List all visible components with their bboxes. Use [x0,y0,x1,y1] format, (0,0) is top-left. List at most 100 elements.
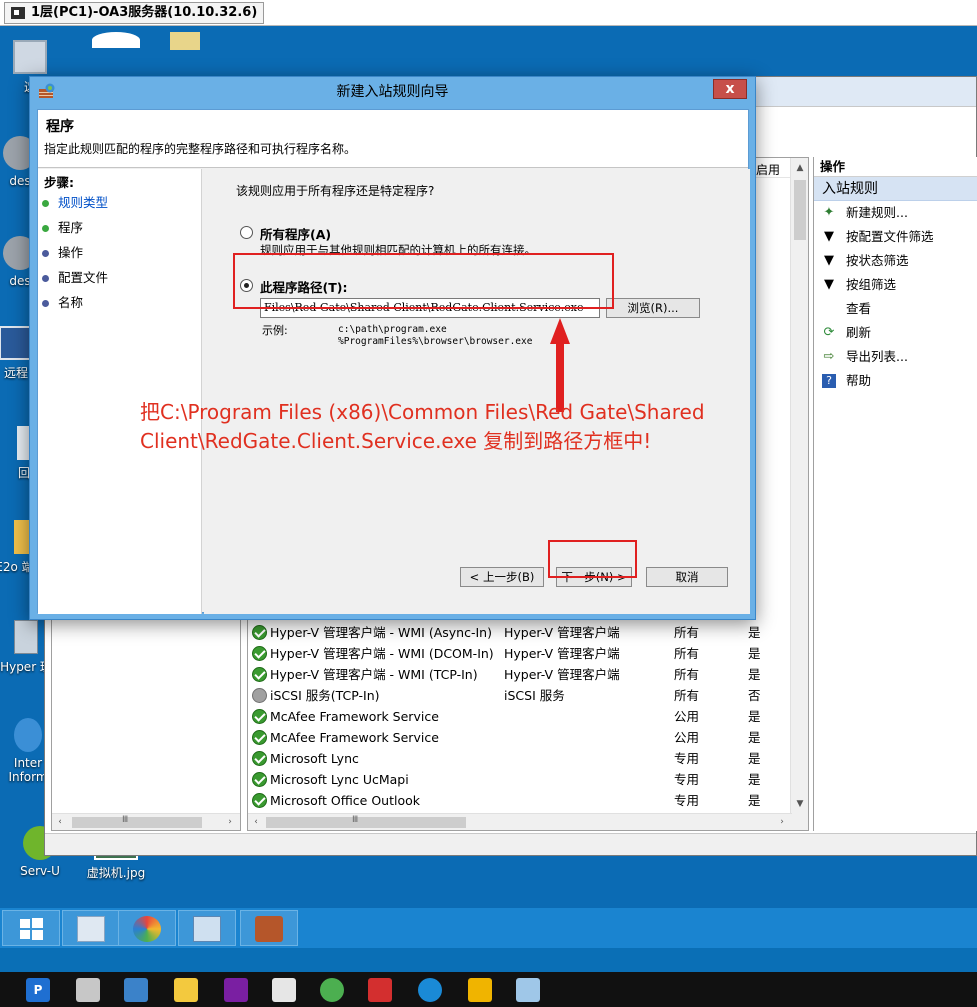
action-label: 新建规则... [846,205,908,220]
youdao-icon[interactable] [368,978,392,1002]
remote-session-title: 1层(PC1)-OA3服务器(10.10.32.6) [31,5,258,20]
example-label: 示例: [262,324,288,337]
example-paths: c:\path\program.exe %ProgramFiles%\brows… [338,324,533,347]
rule-enabled: 是 [748,646,761,661]
cancel-button[interactable]: 取消 [646,567,728,587]
action-view[interactable]: 查看 [814,297,977,321]
question-text: 该规则应用于所有程序还是特定程序? [236,184,435,198]
next-highlight-box [548,540,637,578]
scroll-left-icon[interactable]: ‹ [250,816,262,828]
action-refresh[interactable]: ⟳ 刷新 [814,321,977,345]
action-label: 按组筛选 [846,277,897,292]
instruction-annotation: 把C:\Program Files (x86)\Common Files\Red… [140,400,705,453]
remote-session-tab[interactable]: 1层(PC1)-OA3服务器(10.10.32.6) [4,2,265,24]
table-row[interactable]: Hyper-V 管理客户端 - WMI (Async-In) Hyper-V 管理… [248,622,792,643]
rule-enabled-icon [252,646,267,661]
taskbar-browser[interactable] [118,910,176,946]
actions-section-inbound-rules[interactable]: 入站规则 [814,177,977,201]
app-icon[interactable] [468,978,492,1002]
firewall-icon [255,916,283,942]
scroll-left-icon[interactable]: ‹ [54,816,66,828]
rule-enabled-icon [252,730,267,745]
tree-horizontal-scrollbar[interactable]: ‹ Ⅲ › [52,813,240,830]
desktop-icon-label: Inter Inform [8,756,48,784]
scrollbar-thumb[interactable] [794,180,806,240]
list-vertical-scrollbar[interactable]: ▲ ▼ [790,158,808,830]
scroll-down-icon[interactable]: ▼ [794,798,806,810]
scrollbar-thumb[interactable] [266,817,466,828]
page-description: 指定此规则匹配的程序的完整程序路径和可执行程序名称。 [44,142,357,156]
table-row[interactable]: McAfee Framework Service 公用 是 [248,727,792,748]
table-row[interactable]: Microsoft Lync 专用 是 [248,748,792,769]
rule-name: Hyper-V 管理客户端 - WMI (TCP-In) [270,667,478,682]
action-label: 导出列表... [846,349,908,364]
step-rule-type[interactable]: 规则类型 [42,193,108,213]
rule-enabled-icon [252,793,267,808]
desktop: 这 des des 远程 回 E2o 端3.1 Hyper 理 Inter In… [0,26,977,908]
table-row[interactable]: iSCSI 服务(TCP-In) iSCSI 服务 所有 否 [248,685,792,706]
filter-icon: ▼ [824,229,834,244]
all-programs-label[interactable]: 所有程序(A) [260,224,331,243]
app-icon[interactable] [124,978,148,1002]
action-filter-by-state[interactable]: ▼ 按状态筛选 [814,249,977,273]
rule-enabled-icon [252,625,267,640]
rule-group: Hyper-V 管理客户端 [504,667,620,682]
table-row[interactable]: Hyper-V 管理客户端 - WMI (TCP-In) Hyper-V 管理客户… [248,664,792,685]
scroll-grip-label: Ⅲ [122,815,129,825]
scroll-right-icon[interactable]: › [224,816,236,828]
app-icon[interactable] [516,978,540,1002]
rule-enabled: 是 [748,730,761,745]
export-icon: ⇨ [823,349,835,364]
new-inbound-rule-wizard: 新建入站规则向导 x 程序 指定此规则匹配的程序的完整程序路径和可执行程序名称。… [29,76,756,620]
browser-icon[interactable] [320,978,344,1002]
browse-button[interactable]: 浏览(R)... [606,298,700,318]
step-name: 名称 [42,293,83,313]
path-highlight-box [233,253,614,309]
browser-icon[interactable] [92,32,140,48]
control-panel-icon [193,916,221,942]
action-label: 按配置文件筛选 [846,229,934,244]
scroll-right-icon[interactable]: › [776,816,788,828]
table-row[interactable]: Microsoft Office Outlook 专用 是 [248,790,792,811]
rules-rows: Hyper-V 管理客户端 - WMI (Async-In) Hyper-V 管理… [248,622,792,811]
rule-enabled: 是 [748,751,761,766]
folder-icon[interactable] [170,32,200,50]
app-icon[interactable] [418,978,442,1002]
action-label: 刷新 [846,325,872,340]
table-row[interactable]: Microsoft Lync UcMapi 专用 是 [248,769,792,790]
action-help[interactable]: ? 帮助 [814,369,977,393]
app-icon[interactable] [224,978,248,1002]
desktop-icon-label: 远程 [3,366,28,380]
scroll-up-icon[interactable]: ▲ [794,162,806,174]
action-label: 查看 [846,301,872,316]
action-filter-by-group[interactable]: ▼ 按组筛选 [814,273,977,297]
table-row[interactable]: Hyper-V 管理客户端 - WMI (DCOM-In) Hyper-V 管理客… [248,643,792,664]
remote-taskbar [0,908,977,948]
column-header-enabled[interactable]: 启用 [756,161,780,178]
all-programs-radio[interactable] [240,226,253,239]
table-row[interactable]: McAfee Framework Service 公用 是 [248,706,792,727]
page-title: 程序 [46,119,74,135]
desktop-icon-label: 虚拟机.jpg [86,866,146,880]
scrollbar-thumb[interactable] [72,817,202,828]
scroll-grip-label: Ⅲ [352,815,359,825]
calculator-icon[interactable] [272,978,296,1002]
start-button[interactable] [2,910,60,946]
app-icon[interactable] [174,978,198,1002]
action-export-list[interactable]: ⇨ 导出列表... [814,345,977,369]
taskbar-control-panel[interactable] [178,910,236,946]
rule-profile: 所有 [674,667,700,682]
rule-profile: 公用 [674,730,700,745]
taskbar-firewall[interactable] [240,910,298,946]
step-action: 操作 [42,243,83,263]
app-icon[interactable] [76,978,100,1002]
p-app-icon[interactable]: P [26,978,50,1002]
rule-name: Microsoft Office Outlook [270,793,420,808]
close-button[interactable]: x [713,79,747,99]
rule-name: Microsoft Lync UcMapi [270,772,409,787]
action-new-rule[interactable]: ✦ 新建规则... [814,201,977,225]
taskbar-server-manager[interactable] [62,910,120,946]
action-filter-by-profile[interactable]: ▼ 按配置文件筛选 [814,225,977,249]
back-button[interactable]: < 上一步(B) [460,567,544,587]
list-horizontal-scrollbar[interactable]: ‹ Ⅲ › [248,813,792,830]
